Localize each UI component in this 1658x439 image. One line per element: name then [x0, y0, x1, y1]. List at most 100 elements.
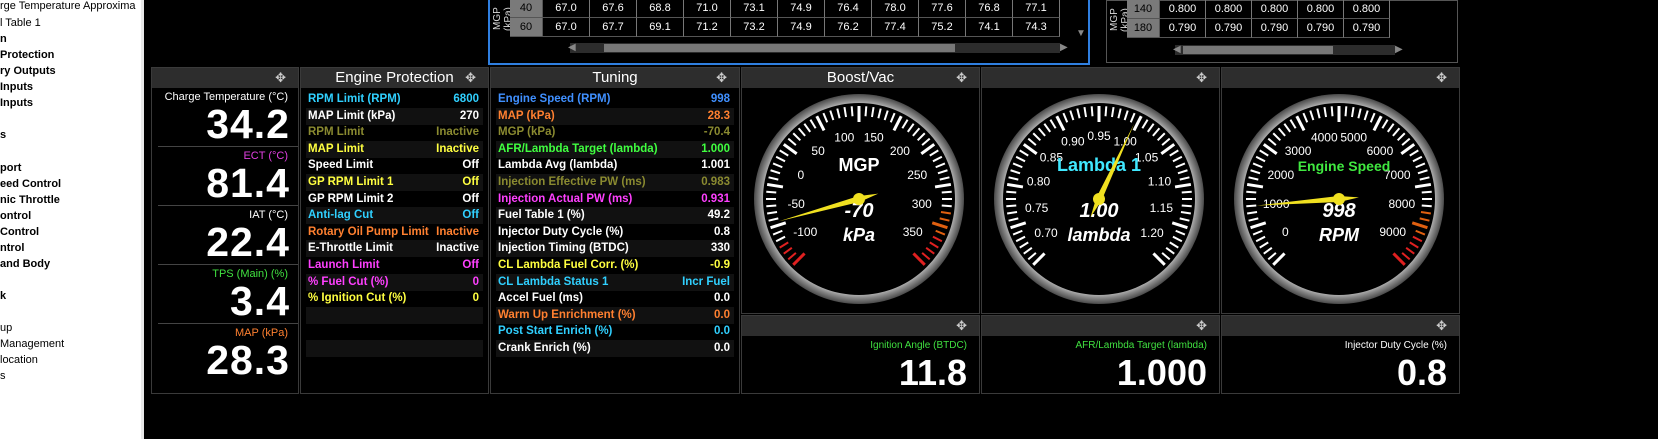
table-cell[interactable]: 0.800: [1160, 0, 1206, 19]
expand-icon[interactable]: ✥: [275, 68, 286, 88]
table-cell[interactable]: 0.790: [1298, 19, 1344, 38]
table-cell[interactable]: 67.0: [543, 18, 590, 37]
table-cell[interactable]: 75.2: [919, 18, 966, 37]
table-cell[interactable]: 68.8: [637, 0, 684, 18]
scroll-right-icon[interactable]: ▶: [1060, 42, 1068, 53]
expand-icon[interactable]: ✥: [716, 68, 727, 88]
table-cell[interactable]: 0.790: [1344, 19, 1390, 38]
expand-icon[interactable]: ✥: [465, 68, 476, 88]
expand-icon[interactable]: ✥: [956, 68, 967, 88]
item-label: MAP Limit (kPa): [308, 109, 396, 122]
table-row: 140 0.800 0.800 0.800 0.800 0.800: [1127, 0, 1390, 19]
item-value: -70.4: [703, 126, 730, 139]
sidebar-tree-item[interactable]: Inputs: [0, 81, 33, 93]
sidebar-tree-item[interactable]: Management: [0, 338, 64, 350]
sidebar-tree-item[interactable]: and Body: [0, 258, 50, 270]
panel-header: Boost/Vac ✥: [742, 68, 979, 88]
table-cell[interactable]: 69.1: [637, 18, 684, 37]
table-cell[interactable]: 74.9: [778, 18, 825, 37]
sidebar-tree-item[interactable]: rge Temperature Approxima: [0, 0, 136, 12]
table-cell[interactable]: 0.800: [1206, 0, 1252, 19]
sidebar-tree-item[interactable]: ntrol: [0, 242, 24, 254]
sidebar-tree-item[interactable]: s: [0, 129, 6, 141]
sidebar-tree-item[interactable]: s: [0, 370, 6, 382]
table-scrollbar[interactable]: [1175, 45, 1395, 55]
expand-icon[interactable]: ✥: [1196, 68, 1207, 88]
table-cell[interactable]: 0.800: [1298, 0, 1344, 19]
table-cell[interactable]: 67.7: [590, 18, 637, 37]
fuel-table[interactable]: MGP (kPa) ◀ ▶ ▼ 40 67.0 67.6 68.8 71.0 73.1 74…: [488, 0, 1090, 65]
scroll-left-icon[interactable]: ◀: [1173, 44, 1181, 55]
table-cell[interactable]: 0.790: [1206, 19, 1252, 38]
scroll-right-icon[interactable]: ▶: [1395, 44, 1403, 55]
table-cell[interactable]: 67.0: [543, 0, 590, 18]
list-item: Launch Limit Off: [306, 257, 483, 274]
list-item: Anti-lag Cut Off: [306, 207, 483, 225]
item-value: 0: [472, 275, 479, 288]
table-cell[interactable]: 0.800: [1252, 0, 1298, 19]
gauge-tick-label: 1.10: [1148, 174, 1172, 188]
table-cell[interactable]: 0.790: [1160, 19, 1206, 38]
table-cell[interactable]: 71.2: [684, 18, 731, 37]
lambda-target-table[interactable]: MGP (kPa) ◀ ▶ 140 0.800 0.800 0.800 0.800 0.8…: [1106, 0, 1458, 63]
sidebar-tree-item[interactable]: Inputs: [0, 97, 33, 109]
item-value: 49.2: [707, 209, 730, 222]
list-item: GP RPM Limit 2 Off: [306, 191, 483, 208]
sidebar-tree-item[interactable]: Control: [0, 226, 39, 238]
scroll-down-icon[interactable]: ▼: [1076, 28, 1086, 39]
gauge-tick: [1344, 106, 1348, 117]
gauge-dial: 0.700.750.800.850.900.951.001.051.101.15…: [994, 94, 1204, 304]
gauge-tick-label: 100: [834, 131, 854, 145]
sidebar-tree-item[interactable]: location: [0, 354, 38, 366]
sidebar-tree-item[interactable]: eed Control: [0, 178, 61, 190]
channel-tile: Charge Temperature (°C) 34.2: [152, 89, 298, 147]
item-label: Injection Timing (BTDC): [498, 242, 629, 255]
gauge-tick: [1006, 190, 1017, 194]
list-item: CL Lambda Fuel Corr. (%) -0.9: [496, 257, 734, 274]
sidebar-tree-item[interactable]: nic Throttle: [0, 194, 60, 206]
item-label: Injection Effective PW (ms): [498, 176, 646, 188]
sidebar-tree-item[interactable]: ontrol: [0, 210, 31, 222]
table-cell[interactable]: 74.3: [1013, 18, 1060, 37]
scroll-left-icon[interactable]: ◀: [568, 42, 576, 53]
table-row-header: 180: [1127, 19, 1160, 38]
expand-icon[interactable]: ✥: [1196, 316, 1207, 336]
table-cell[interactable]: 73.2: [731, 18, 778, 37]
sidebar-tree-item[interactable]: l Table 1: [0, 17, 41, 29]
sidebar-scrollbar[interactable]: [141, 0, 144, 439]
sidebar-tree-item[interactable]: k: [0, 290, 6, 302]
sidebar-tree-item[interactable]: n: [0, 33, 7, 45]
table-cell[interactable]: 0.800: [1344, 0, 1390, 19]
table-scrollbar[interactable]: [570, 43, 1060, 53]
item-label: E-Throttle Limit: [308, 242, 393, 255]
table-cell[interactable]: 76.8: [966, 0, 1013, 18]
gauge-tick: [1181, 190, 1192, 194]
channel-value: 81.4: [206, 160, 290, 206]
table-cell[interactable]: 74.1: [966, 18, 1013, 37]
sidebar-tree-item[interactable]: ry Outputs: [0, 65, 56, 77]
panel-header: ✥: [982, 68, 1219, 88]
table-cell[interactable]: 67.6: [590, 0, 637, 18]
table-cell[interactable]: 71.0: [684, 0, 731, 18]
table-cell[interactable]: 77.6: [919, 0, 966, 18]
table-cell[interactable]: 78.0: [872, 0, 919, 18]
table-cell[interactable]: 77.4: [872, 18, 919, 37]
sidebar-tree-item[interactable]: port: [0, 162, 21, 174]
list-item: % Fuel Cut (%) 0: [306, 273, 483, 291]
gauge-panel-engine-speed: ✥ 0 1000 2000 3000 4000 5000 6000 7000 8000 9000 E…: [1221, 67, 1460, 314]
table-cell[interactable]: 0.790: [1252, 19, 1298, 38]
sidebar-tree-item[interactable]: up: [0, 322, 12, 334]
table-cell[interactable]: 76.4: [825, 0, 872, 18]
expand-icon[interactable]: ✥: [1436, 316, 1447, 336]
gauge-tick-label: -50: [788, 197, 806, 211]
item-value: 1.001: [701, 159, 730, 172]
expand-icon[interactable]: ✥: [956, 316, 967, 336]
table-cell[interactable]: 77.1: [1013, 0, 1060, 18]
tile-label: Ignition Angle (BTDC): [870, 340, 967, 351]
table-cell[interactable]: 73.1: [731, 0, 778, 18]
table-cell[interactable]: 76.2: [825, 18, 872, 37]
table-cell[interactable]: 74.9: [778, 0, 825, 18]
expand-icon[interactable]: ✥: [1436, 68, 1447, 88]
gauge-tick-label: 50: [811, 144, 825, 158]
sidebar-tree-item[interactable]: Protection: [0, 49, 54, 61]
